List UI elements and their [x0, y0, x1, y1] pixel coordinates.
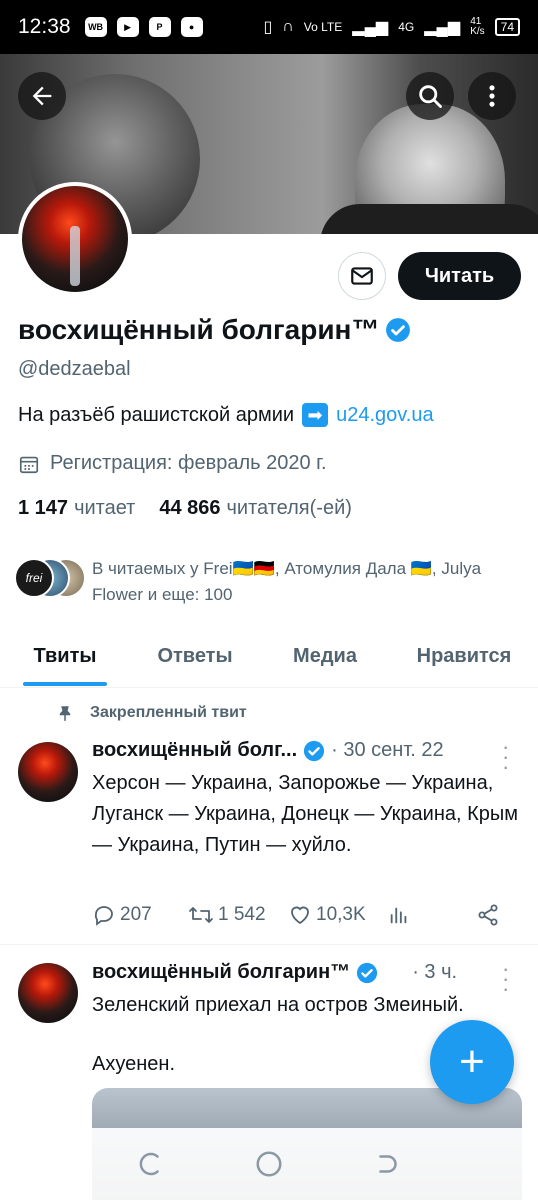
- followers-count: 44 866: [159, 497, 221, 519]
- more-vertical-icon: [489, 85, 495, 107]
- profile-handle: @dedzaebal: [18, 358, 131, 380]
- retweet-icon: [189, 907, 213, 923]
- vibrate-icon: ▯: [263, 19, 273, 36]
- follow-button[interactable]: Читать: [398, 252, 521, 300]
- following-count: 1 147: [18, 497, 69, 519]
- tweet-author[interactable]: восхищённый болг...: [92, 739, 297, 762]
- search-icon: [419, 85, 442, 108]
- status-indicators: ▯ ∩ Vo LTE ▂▄▆ 4G ▂▄▆ 41 K/s 74: [263, 17, 520, 37]
- tweet-text-line1: Зеленский приехал на остров Змеиный.: [92, 994, 464, 1016]
- joined-date-row: Регистрация: февраль 2020 г.: [18, 452, 327, 475]
- parking-app-icon: P: [148, 17, 171, 37]
- youtube-icon: ▶: [116, 17, 139, 37]
- arrow-right-emoji-icon: ➡: [302, 403, 329, 427]
- retweet-count: 1 542: [218, 904, 266, 925]
- share-icon: [478, 904, 498, 926]
- views-chart-icon: [390, 907, 407, 924]
- tweet-divider: [0, 944, 538, 945]
- tweet-header: восхищённый болгарин™ · 3 ч.: [92, 961, 457, 984]
- reply-icon: [94, 906, 113, 926]
- pinned-label-row: Закрепленный твит: [56, 703, 247, 723]
- headphones-icon: ∩: [282, 18, 294, 35]
- share-button[interactable]: [476, 903, 500, 927]
- envelope-icon: [351, 267, 373, 285]
- profile-name-row: восхищённый болгарин™: [18, 314, 411, 346]
- tweet-time[interactable]: · 30 сент. 22: [331, 739, 444, 762]
- tweet-avatar[interactable]: [18, 742, 78, 802]
- like-count: 10,3K: [316, 904, 366, 925]
- tab-tweets-label: Твиты: [33, 644, 97, 667]
- system-nav-bar: [0, 1128, 538, 1200]
- tab-replies-label: Ответы: [157, 644, 233, 667]
- battery-indicator: 74: [494, 18, 520, 36]
- verified-badge-icon: [357, 962, 378, 983]
- home-icon[interactable]: [254, 1149, 284, 1179]
- following-stat[interactable]: 1 147 читает: [18, 497, 135, 520]
- network-type-label: 4G: [398, 20, 415, 34]
- like-button[interactable]: 10,3K: [288, 903, 388, 927]
- verified-badge-icon: [304, 740, 325, 761]
- followed-by-text: В читаемых у Frei🇺🇦🇩🇪, Атомулия Дала 🇺🇦,…: [92, 559, 482, 604]
- tweet-actions: 207 1 542 10,3K: [92, 903, 512, 927]
- follow-stats: 1 147 читает 44 866 читателя(-ей): [18, 497, 352, 520]
- tweet-time[interactable]: · 3 ч.: [412, 961, 457, 984]
- bio-link[interactable]: u24.gov.ua: [336, 404, 434, 427]
- back-button[interactable]: [18, 72, 66, 120]
- tab-tweets[interactable]: Твиты: [0, 626, 130, 686]
- tab-media[interactable]: Медиа: [260, 626, 390, 686]
- views-button[interactable]: [388, 904, 476, 926]
- followed-by-avatars: frei: [12, 558, 86, 598]
- network-speed: 41 K/s: [470, 16, 485, 37]
- active-tab-indicator: [23, 682, 107, 686]
- signal-icon: ▂▄▆: [352, 19, 389, 36]
- profile-tabs: Твиты Ответы Медиа Нравится: [0, 626, 538, 688]
- verified-badge-icon: [386, 318, 411, 342]
- tweet-header: восхищённый болг... · 30 сент. 22: [92, 739, 444, 762]
- tab-replies[interactable]: Ответы: [130, 626, 260, 686]
- following-label: читает: [74, 497, 136, 519]
- messenger-icon: ●: [180, 17, 203, 37]
- joined-date: Регистрация: февраль 2020 г.: [50, 452, 327, 474]
- banner-photo-coat: [320, 204, 538, 234]
- compose-tweet-button[interactable]: +: [430, 1020, 514, 1104]
- search-button[interactable]: [406, 72, 454, 120]
- tweet-text: Херсон — Украина, Запорожье — Украина, Л…: [92, 772, 519, 856]
- follower-avatar-1: frei: [14, 558, 54, 598]
- profile-name: восхищённый болгарин™: [18, 314, 380, 345]
- volte-label: Vo LTE: [303, 20, 343, 34]
- tweet-author[interactable]: восхищённый болгарин™: [92, 961, 350, 984]
- followed-by-row[interactable]: frei В читаемых у Frei🇺🇦🇩🇪, Атомулия Дал…: [12, 556, 492, 608]
- compose-plus-icon: +: [459, 1037, 485, 1086]
- pin-icon: [59, 706, 71, 722]
- tab-likes-label: Нравится: [416, 644, 512, 667]
- reply-button[interactable]: 207: [92, 903, 188, 927]
- profile-bio: На разъёб рашистской армии ➡ u24.gov.ua: [18, 403, 434, 427]
- profile-avatar[interactable]: [18, 182, 132, 296]
- tweet-avatar[interactable]: [18, 963, 78, 1023]
- message-button[interactable]: [338, 252, 386, 300]
- tab-likes[interactable]: Нравится: [390, 626, 538, 686]
- bio-text: На разъёб рашистской армии: [18, 403, 295, 426]
- arrow-left-icon: [32, 86, 52, 106]
- heart-icon: [291, 906, 309, 925]
- status-time: 12:38: [18, 15, 71, 38]
- reply-count: 207: [120, 904, 152, 925]
- retweet-button[interactable]: 1 542: [188, 903, 288, 927]
- back-nav-icon[interactable]: [373, 1149, 403, 1179]
- recent-apps-icon[interactable]: [135, 1149, 165, 1179]
- status-bar: 12:38 WB ▶ P ● ▯ ∩ Vo LTE ▂▄▆ 4G ▂▄▆ 41 …: [0, 0, 538, 54]
- tab-media-label: Медиа: [293, 644, 357, 667]
- wb-app-icon: WB: [84, 17, 107, 37]
- calendar-icon: [19, 456, 39, 473]
- pinned-label: Закрепленный твит: [90, 704, 247, 721]
- more-options-button[interactable]: [468, 72, 516, 120]
- signal-icon-2: ▂▄▆: [424, 19, 461, 36]
- followers-stat[interactable]: 44 866 читателя(-ей): [159, 497, 352, 520]
- followers-label: читателя(-ей): [226, 497, 352, 519]
